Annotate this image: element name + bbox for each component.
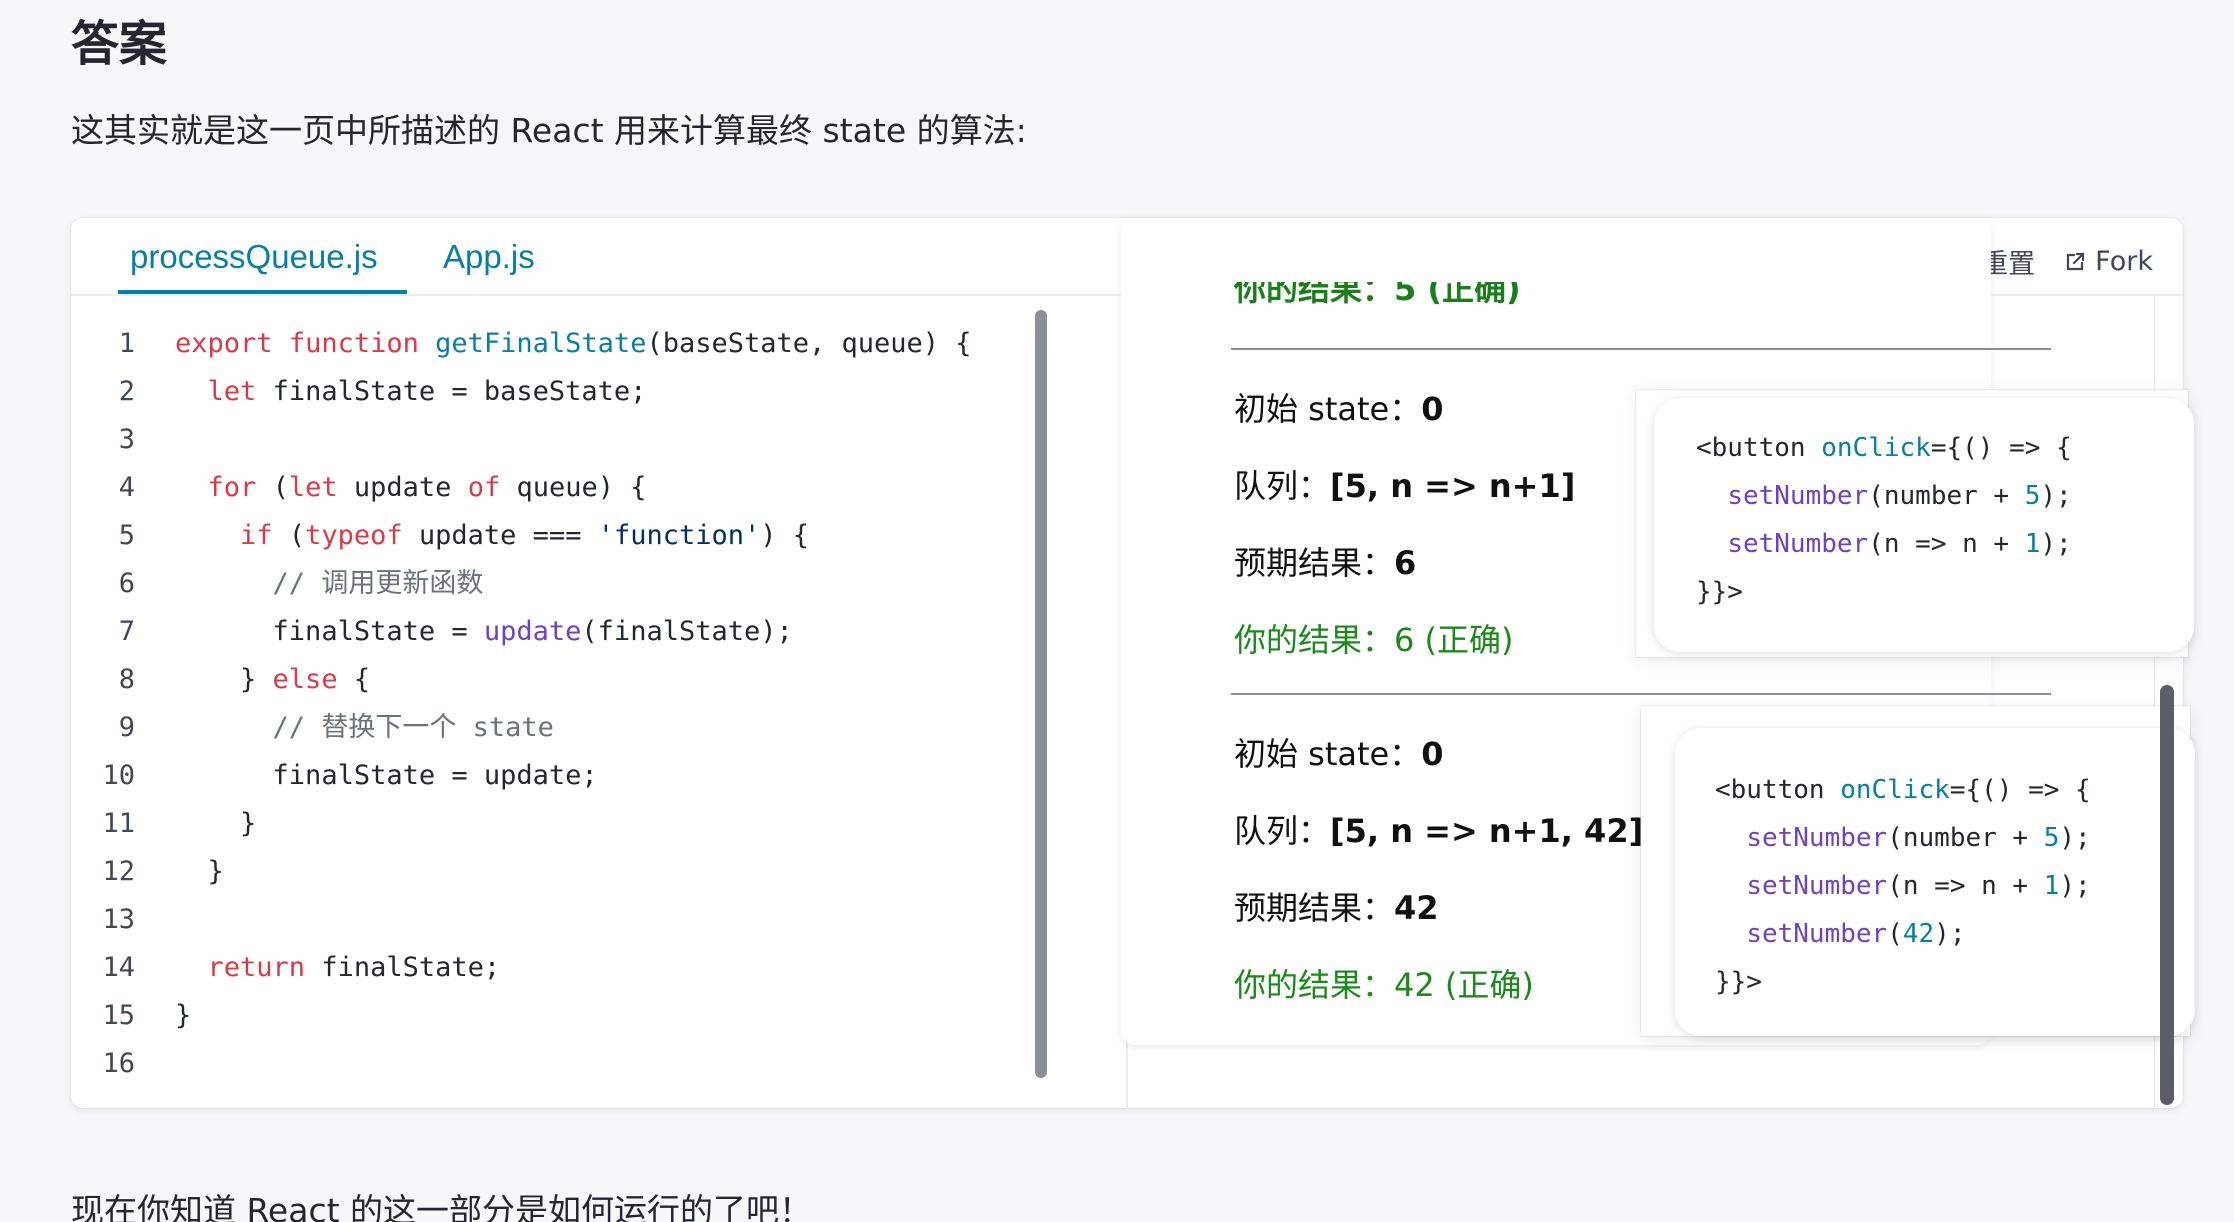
code-line: 2 let finalState = baseState; [118, 376, 647, 407]
outro-paragraph: 现在你知道 React 的这一部分是如何运行的了吧！ [71, 1191, 813, 1222]
code-line: 15} [102, 1000, 192, 1031]
external-link-icon [2067, 252, 2085, 270]
tab-processqueue-js[interactable]: processQueue.js [118, 236, 407, 294]
code-popup: <button onClick={() => { setNumber(numbe… [1636, 390, 2194, 657]
code-line: 12 } [102, 856, 224, 887]
code-line: 6 // 调用更新函数 [118, 568, 484, 599]
code-line: 4 for (let update of queue) { [118, 472, 647, 503]
queue-row: 队列：[5, n => n+1] [1234, 467, 1576, 505]
code-editor[interactable]: 1 export function getFinalState(baseState… [71, 296, 1128, 1108]
result-row: 你的结果：6 (正确) [1234, 621, 1514, 659]
divider [1231, 693, 2051, 695]
code-line: 16 [102, 1048, 135, 1079]
code-line: 10 finalState = update; [102, 760, 598, 791]
code-line: 1 export function getFinalState(baseState… [118, 328, 972, 359]
code-line: 5 if (typeof update === 'function') { [118, 520, 810, 551]
result-row: 你的结果：42 (正确) [1234, 966, 1534, 1004]
initial-state-row: 初始 state：0 [1234, 390, 1444, 428]
popup-code-block: <button onClick={() => { setNumber(numbe… [1715, 775, 2091, 997]
expected-row: 预期结果：42 [1234, 889, 1439, 927]
editor-scrollbar[interactable] [1035, 310, 1047, 1078]
code-line: 14 return finalState; [102, 952, 501, 983]
code-line: 7 finalState = update(finalState); [118, 616, 793, 647]
code-popup: <button onClick={() => { setNumber(numbe… [1641, 706, 2195, 1036]
fork-label: Fork [2095, 246, 2153, 277]
popup-code-block: <button onClick={() => { setNumber(numbe… [1696, 433, 2072, 607]
queue-row: 队列：[5, n => n+1, 42] [1234, 812, 1644, 850]
code-line: 9 // 替换下一个 state [118, 712, 554, 743]
code-line: 11 } [102, 808, 257, 839]
page-title: 答案 [71, 16, 168, 72]
code-line: 13 [102, 904, 135, 935]
code-line: 8 } else { [118, 664, 371, 695]
divider [1231, 348, 2051, 350]
code-line: 3 [118, 424, 135, 455]
initial-state-row: 初始 state：0 [1234, 735, 1444, 773]
expected-row: 预期结果：6 [1234, 544, 1417, 582]
preview-scrollbar[interactable] [2160, 685, 2174, 1105]
tab-app-js[interactable]: App.js [431, 236, 547, 294]
fork-button[interactable]: Fork [2063, 246, 2153, 277]
intro-paragraph: 这其实就是这一页中所描述的 React 用来计算最终 state 的算法: [71, 111, 1027, 150]
previous-result: 你的结果：5 (正确) [1234, 282, 1521, 308]
